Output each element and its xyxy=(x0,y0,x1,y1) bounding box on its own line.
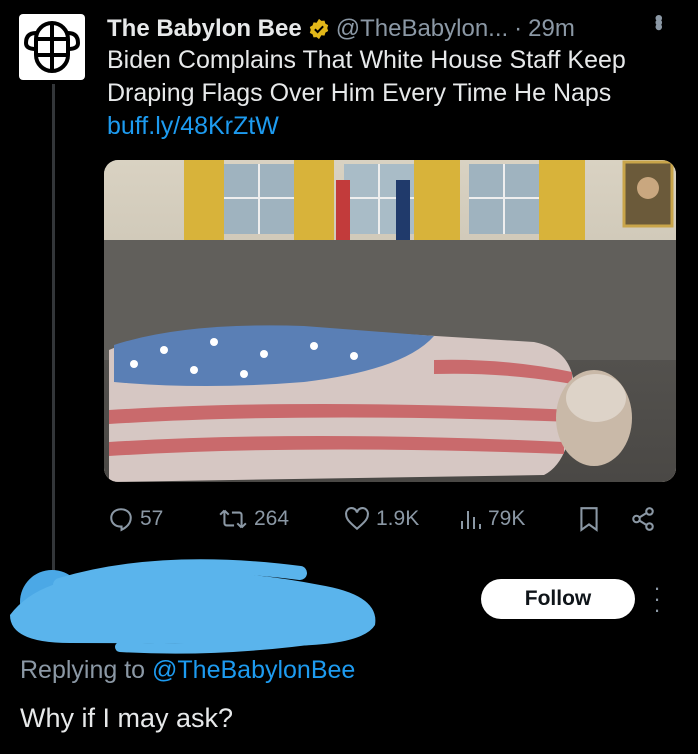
views-button[interactable]: 79K xyxy=(458,507,525,531)
tweet-action-bar: 57 264 1.9K 79K xyxy=(108,503,668,535)
header-separator: · xyxy=(514,15,523,42)
replying-to-line: Replying to @TheBabylonBee xyxy=(20,656,355,685)
bookmark-icon xyxy=(580,507,598,532)
tweet-header: The Babylon Bee @TheBabylon... · 29m xyxy=(107,12,678,46)
tweet-timestamp[interactable]: 29m xyxy=(528,15,575,43)
retweet-icon xyxy=(219,509,247,529)
author-name[interactable]: The Babylon Bee xyxy=(107,15,302,43)
author-handle[interactable]: @TheBabylon... xyxy=(336,15,508,43)
views-chart-icon xyxy=(461,511,481,529)
like-count: 1.9K xyxy=(376,507,420,530)
author-avatar[interactable] xyxy=(19,14,85,80)
tweet-body: Biden Complains That White House Staff K… xyxy=(107,44,677,143)
like-button[interactable]: 1.9K xyxy=(344,507,419,531)
tweet-media-image[interactable] xyxy=(104,160,676,482)
thread-connector-line xyxy=(52,84,55,574)
reply-more-options-icon[interactable]: · · · xyxy=(650,577,664,621)
tweet-thread: The Babylon Bee @TheBabylon... · 29m •••… xyxy=(0,0,698,754)
bee-logo-icon xyxy=(24,21,80,73)
reply-count: 57 xyxy=(140,507,164,530)
tweet-link[interactable]: buff.ly/48KrZtW xyxy=(107,112,279,140)
views-count: 79K xyxy=(488,507,526,530)
photo-oval-office-icon xyxy=(104,160,676,482)
redaction-scribble xyxy=(10,559,376,654)
reply-text: Why if I may ask? xyxy=(20,703,234,733)
more-options-icon[interactable]: ••• xyxy=(644,14,672,27)
reply-icon xyxy=(110,508,132,532)
share-button[interactable] xyxy=(630,506,656,532)
tweet-text: Biden Complains That White House Staff K… xyxy=(107,46,626,107)
verified-badge-icon xyxy=(309,18,328,40)
replying-prefix: Replying to xyxy=(20,656,146,684)
retweet-button[interactable]: 264 xyxy=(218,506,289,532)
retweet-count: 264 xyxy=(254,507,290,530)
bookmark-button[interactable] xyxy=(578,506,600,532)
heart-icon xyxy=(345,507,369,531)
follow-button[interactable]: Follow xyxy=(481,579,635,619)
share-icon xyxy=(632,507,654,531)
replying-to-mention[interactable]: @TheBabylonBee xyxy=(152,656,355,684)
reply-button[interactable]: 57 xyxy=(108,506,163,532)
